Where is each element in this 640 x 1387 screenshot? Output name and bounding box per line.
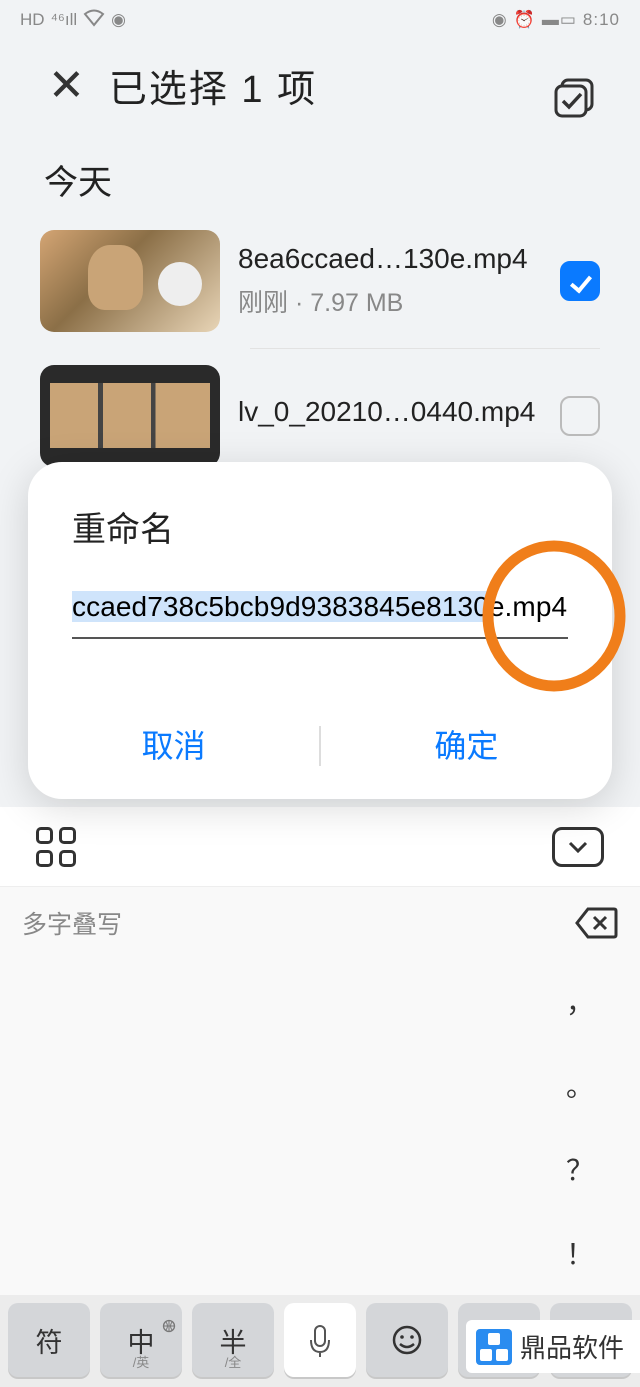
watermark-icon [476, 1329, 512, 1365]
wifi-icon [83, 9, 105, 32]
symbol-key[interactable]: 符 [8, 1303, 90, 1377]
punct-key[interactable]: ？ [550, 1130, 610, 1208]
watermark-text: 鼎品软件 [520, 1328, 624, 1365]
punct-key[interactable]: ！ [550, 1214, 610, 1292]
rename-dialog: 重命名 ccaed738c5bcb9d9383845e8130e.mp4 取消 … [28, 462, 612, 799]
select-all-button[interactable] [554, 78, 598, 122]
rename-input[interactable]: ccaed738c5bcb9d9383845e8130e.mp4 [72, 581, 568, 639]
file-checkbox[interactable] [560, 396, 600, 436]
punct-key[interactable]: 。 [550, 1046, 610, 1124]
dialog-title: 重命名 [28, 502, 612, 581]
keyboard-menu-icon[interactable] [36, 827, 76, 867]
width-key[interactable]: 半/全 [192, 1303, 274, 1377]
suggestion-bar: 多字叠写 [0, 887, 640, 959]
file-name: 8ea6ccaed…130e.mp4 [238, 243, 542, 275]
collapse-keyboard-button[interactable] [552, 827, 604, 867]
section-today: 今天 [0, 131, 640, 214]
space-key[interactable] [284, 1303, 356, 1377]
punct-key[interactable]: ， [550, 962, 610, 1040]
battery-icon: ▬▭ [542, 10, 577, 30]
eye-icon: ◉ [492, 10, 508, 30]
file-info: 8ea6ccaed…130e.mp4 刚刚 · 7.97 MB [238, 243, 542, 319]
watermark: 鼎品软件 [466, 1320, 640, 1373]
file-checkbox[interactable] [560, 261, 600, 301]
nfc-icon: ◉ [111, 10, 126, 30]
clock-time: 8:10 [583, 10, 620, 30]
input-wrapper: ccaed738c5bcb9d9383845e8130e.mp4 [28, 581, 612, 639]
language-key[interactable]: 中/英 [100, 1303, 182, 1377]
globe-icon [162, 1309, 176, 1323]
signal-icon: ⁴⁶ıll [51, 10, 78, 30]
keyboard: 多字叠写 ， 。 ？ ！ 符 中/英 半/全 [0, 807, 640, 1387]
handwriting-area[interactable]: ， 。 ？ ！ [0, 959, 640, 1295]
video-thumbnail [40, 230, 220, 332]
punctuation-column: ， 。 ？ ！ [550, 959, 610, 1295]
backspace-button[interactable] [574, 905, 618, 941]
file-meta: 刚刚 · 7.97 MB [238, 283, 542, 319]
status-left: HD ⁴⁶ıll ◉ [20, 9, 126, 32]
alarm-icon: ⏰ [514, 10, 536, 30]
selection-header: ✕ 已选择 1 项 [0, 40, 640, 131]
cancel-button[interactable]: 取消 [28, 693, 319, 799]
close-button[interactable]: ✕ [48, 60, 85, 111]
suggestion-text: 多字叠写 [22, 905, 122, 941]
confirm-button[interactable]: 确定 [321, 693, 612, 799]
header-title: 已选择 1 项 [109, 58, 317, 113]
file-row[interactable]: 8ea6ccaed…130e.mp4 刚刚 · 7.97 MB [0, 214, 640, 348]
dialog-actions: 取消 确定 [28, 693, 612, 799]
file-info: lv_0_20210…0440.mp4 [238, 396, 542, 436]
hd-icon: HD [20, 10, 45, 30]
video-thumbnail [40, 365, 220, 467]
keyboard-toolbar [0, 807, 640, 887]
emoji-key[interactable] [366, 1303, 448, 1377]
status-bar: HD ⁴⁶ıll ◉ ◉ ⏰ ▬▭ 8:10 [0, 0, 640, 40]
status-right: ◉ ⏰ ▬▭ 8:10 [492, 10, 620, 30]
file-name: lv_0_20210…0440.mp4 [238, 396, 542, 428]
